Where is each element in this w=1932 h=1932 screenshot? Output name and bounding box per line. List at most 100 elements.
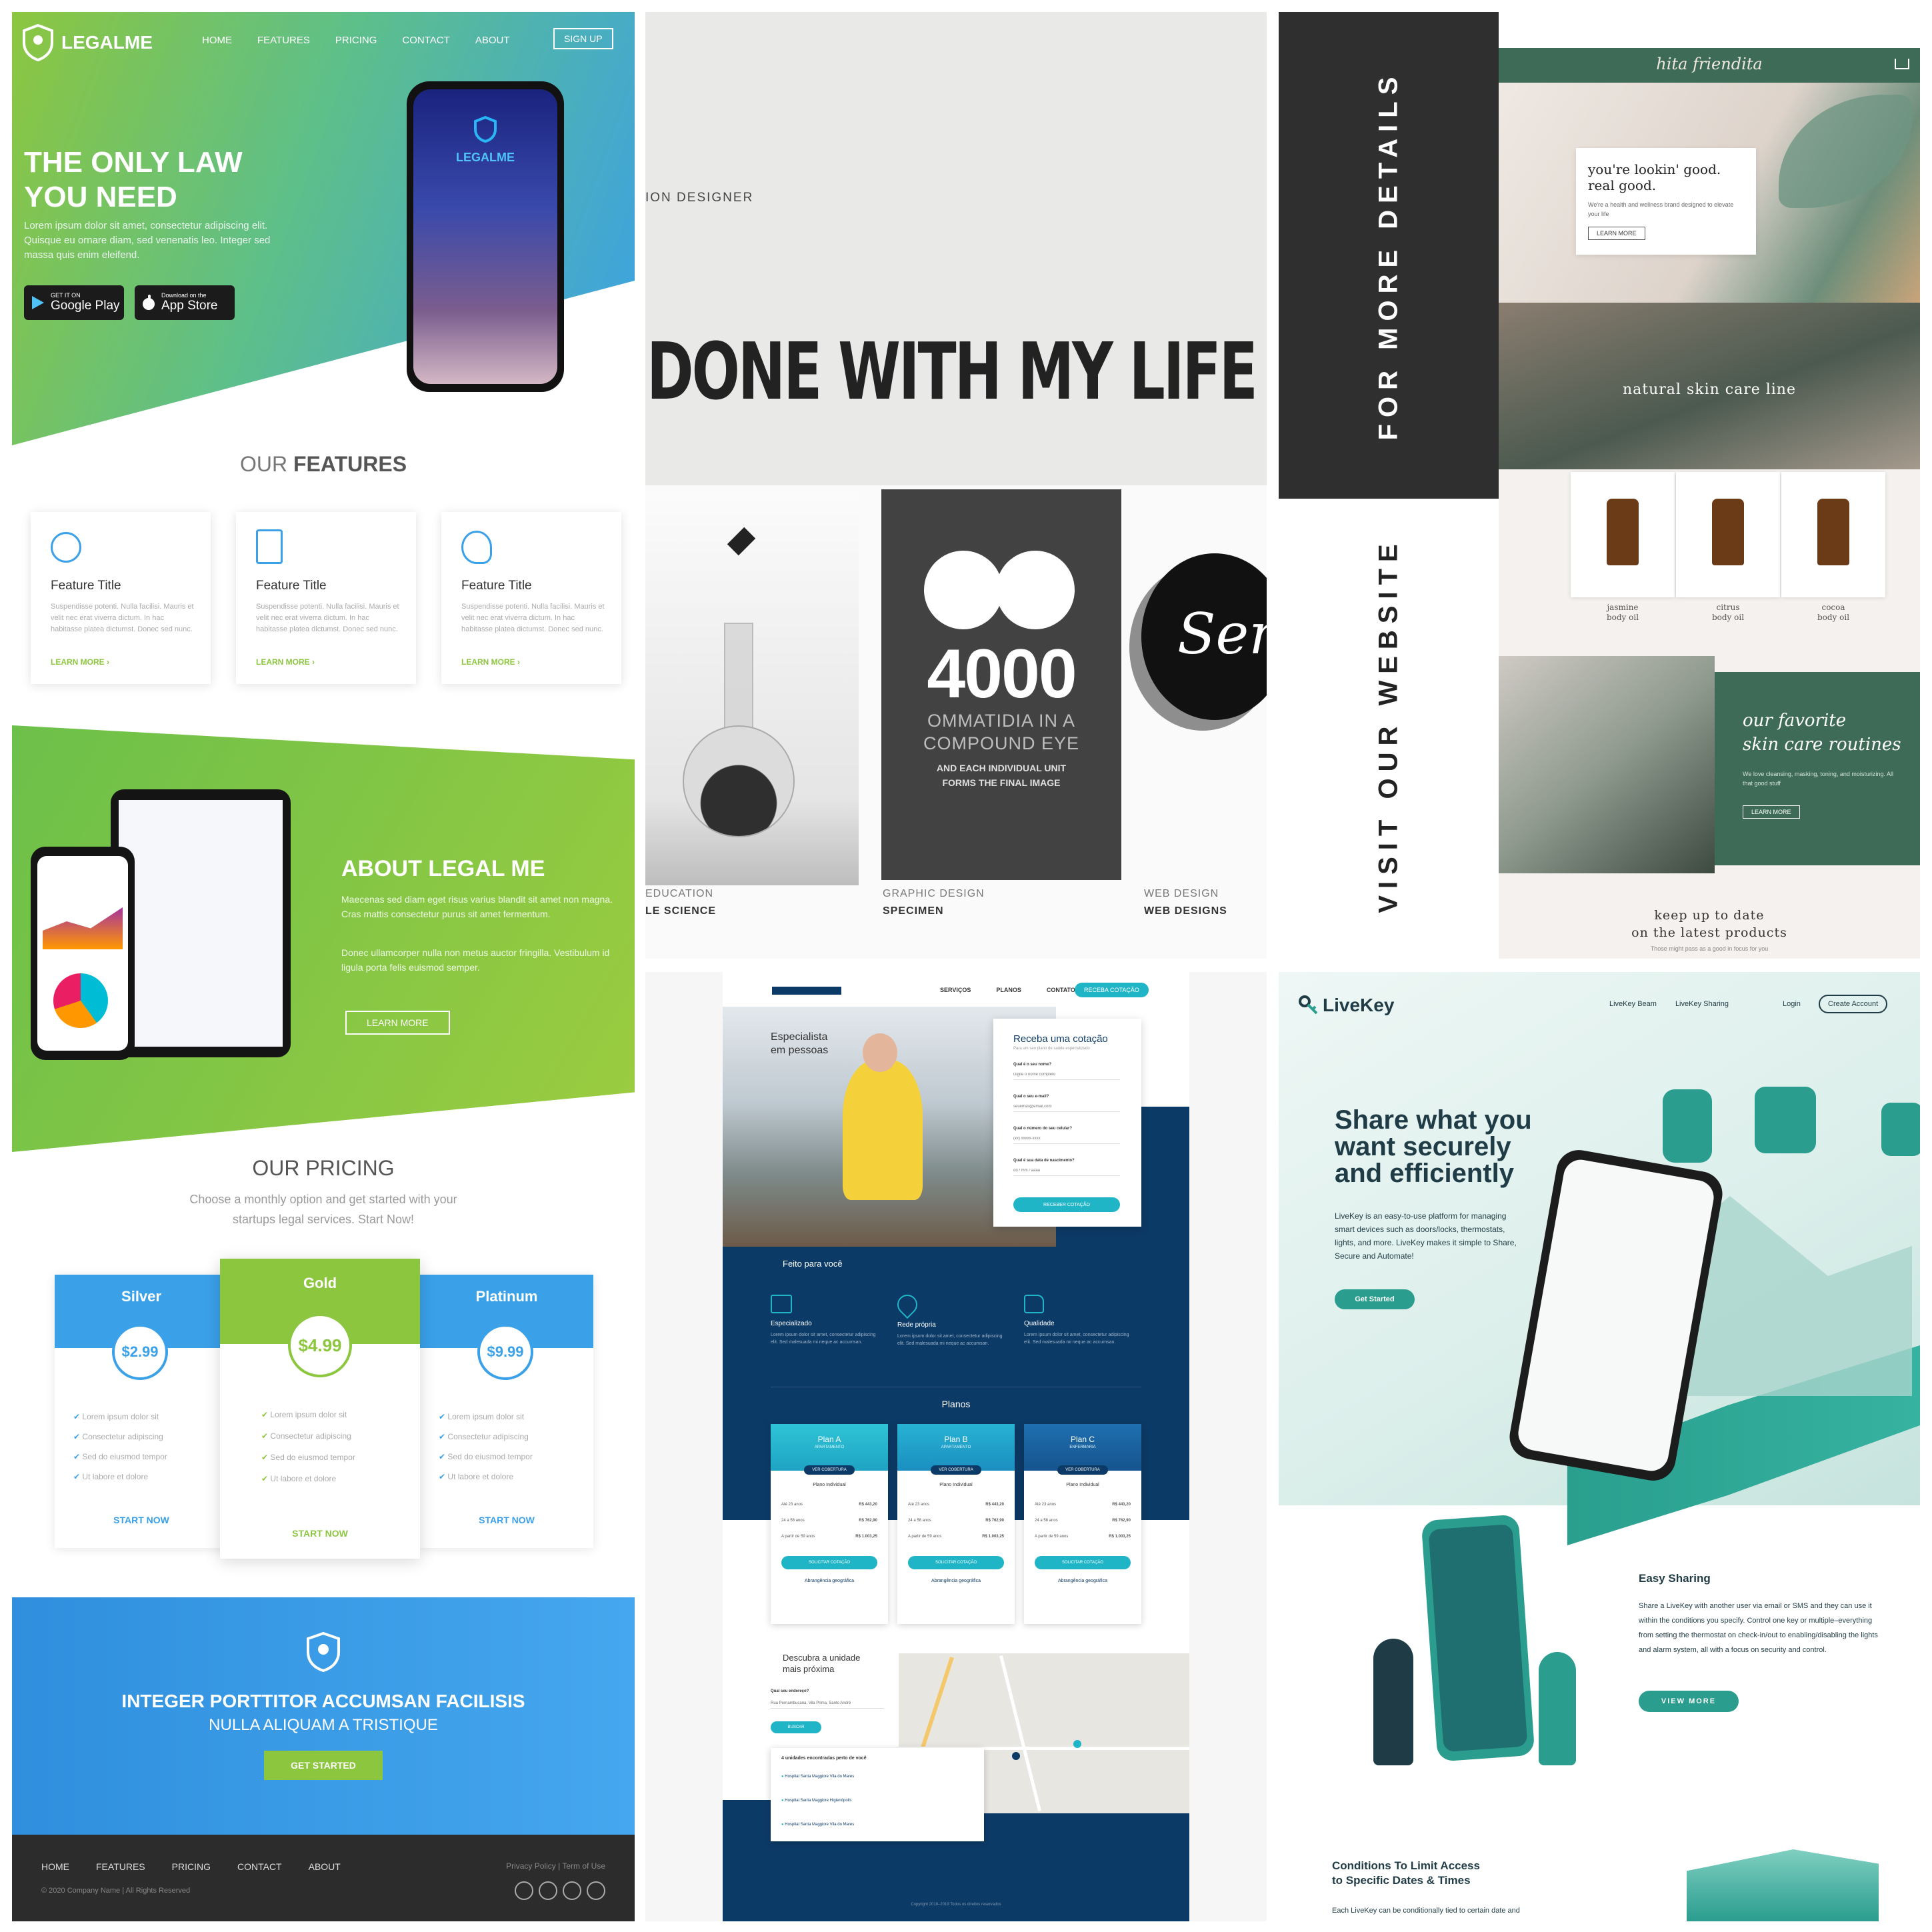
sharing-phone-screen [1428, 1524, 1528, 1752]
map-pin-icon[interactable] [1073, 1740, 1081, 1748]
livekey-get-started-button[interactable]: Get Started [1335, 1289, 1415, 1309]
insurance-logo[interactable] [772, 987, 841, 995]
nav-livekey-sharing[interactable]: LiveKey Sharing [1675, 1000, 1729, 1008]
sharing-text: Share a LiveKey with another user via em… [1639, 1602, 1878, 1654]
plan-row: A partir de 59 anos R$ 1.003,25 [908, 1535, 1004, 1539]
quote-submit-button[interactable]: RECEBER COTAÇÃO [1013, 1197, 1120, 1212]
quote-nav-button[interactable]: RECEBA COTAÇÃO [1075, 983, 1149, 997]
product-card[interactable] [1571, 472, 1675, 597]
caption-1-small: EDUCATION [645, 888, 714, 899]
email-input[interactable] [1013, 1102, 1120, 1112]
feature-title: Feature Title [461, 579, 532, 593]
plan-card-button[interactable]: SOLICITAR COTAÇÃO [1035, 1556, 1131, 1569]
plan-feature: ✔ Lorem ipsum dolor sit [439, 1412, 525, 1421]
map-search-button[interactable]: BUSCAR [771, 1721, 821, 1733]
signup-button[interactable]: SIGN UP [553, 28, 613, 49]
nav-about[interactable]: ABOUT [475, 35, 510, 46]
plan-cta[interactable]: START NOW [55, 1515, 228, 1525]
hero-tagline: Especialista em pessoas [771, 1031, 828, 1057]
view-more-button[interactable]: VIEW MORE [1639, 1691, 1739, 1712]
nav-features[interactable]: FEATURES [257, 35, 310, 46]
designer-headline: DONE WITH MY LIFE SO [647, 325, 1267, 417]
feature-card: Feature Title Suspendisse potenti. Nulla… [31, 512, 211, 684]
product-card[interactable] [1676, 472, 1780, 597]
card-line-1: OMMATIDIA IN A [927, 711, 1076, 731]
map-pin-icon [893, 1290, 922, 1319]
footer-nav-contact[interactable]: CONTACT [237, 1861, 282, 1872]
footer: HOME FEATURES PRICING CONTACT ABOUT © 20… [12, 1835, 635, 1921]
feature-link[interactable]: LEARN MORE › [256, 657, 315, 667]
footer-nav-home[interactable]: HOME [41, 1861, 69, 1872]
plan-card-button[interactable]: SOLICITAR COTAÇÃO [781, 1556, 877, 1569]
plan-card: Plan A APARTAMENTO VER COBERTURA Plano I… [771, 1424, 888, 1624]
footer-nav-about[interactable]: ABOUT [309, 1861, 341, 1872]
plan-card-tag[interactable]: VER COBERTURA [1057, 1465, 1108, 1475]
google-play-button[interactable]: GET IT ON Google Play [24, 285, 124, 320]
hiker-head [863, 1033, 897, 1072]
bottle-icon [1712, 499, 1744, 565]
product-card[interactable] [1781, 472, 1885, 597]
made-for-you: Feito para você [783, 1259, 843, 1269]
conditions-text: Each LiveKey can be conditionally tied t… [1332, 1907, 1520, 1915]
nav-pricing[interactable]: PRICING [335, 35, 377, 46]
livekey-logo[interactable]: LiveKey [1299, 995, 1394, 1016]
nav-planos[interactable]: PLANOS [996, 987, 1021, 993]
main-nav: HOME FEATURES PRICING CONTACT ABOUT [202, 35, 510, 46]
linkedin-icon[interactable] [587, 1881, 605, 1900]
result-item[interactable]: ● Hospital Santa Maggiore Vila do Mares [781, 1775, 854, 1779]
phone-small-mockup [31, 847, 135, 1060]
benefit: Rede própria Lorem ipsum dolor sit amet,… [893, 1290, 1011, 1347]
footer-nav-features[interactable]: FEATURES [96, 1861, 145, 1872]
get-started-button[interactable]: GET STARTED [264, 1751, 383, 1780]
footer-legal-links[interactable]: Privacy Policy | Term of Use [506, 1861, 605, 1871]
plan-row: A partir de 59 anos R$ 1.003,25 [1035, 1535, 1131, 1539]
plan-card-tag[interactable]: VER COBERTURA [804, 1465, 855, 1475]
facebook-icon[interactable] [515, 1881, 533, 1900]
plan-card-badge: ENFERMARIA [1069, 1445, 1096, 1449]
plan-features: ✔ Lorem ipsum dolor sit ✔ Consectetur ad… [439, 1407, 533, 1487]
logo[interactable]: LEGALME [21, 24, 153, 61]
footer-nav-pricing[interactable]: PRICING [172, 1861, 211, 1872]
map-pin-icon[interactable] [1012, 1752, 1020, 1760]
feature-link[interactable]: LEARN MORE › [51, 657, 109, 667]
nav-livekey-beam[interactable]: LiveKey Beam [1609, 1000, 1657, 1008]
plan-feature: ✔ Ut labore et dolore [261, 1474, 337, 1483]
plan-cta[interactable]: START NOW [420, 1515, 593, 1525]
result-item[interactable]: ● Hospital Santa Maggiore Higienópolis [781, 1799, 851, 1803]
feature-text: Suspendisse potenti. Nulla facilisi. Mau… [51, 603, 194, 633]
google-play-label: Google Play [51, 299, 120, 313]
feature-link[interactable]: LEARN MORE › [461, 657, 520, 667]
insurance-panel: SERVIÇOS PLANOS CONTATO RECEBA COTAÇÃO E… [645, 972, 1267, 1921]
nav-servicos[interactable]: SERVIÇOS [940, 987, 971, 993]
hero-card-button[interactable]: LEARN MORE [1588, 227, 1645, 240]
plan-card-tag[interactable]: VER COBERTURA [931, 1465, 981, 1475]
cta-band: INTEGER PORTTITOR ACCUMSAN FACILISIS NUL… [12, 1597, 635, 1835]
plan-feature: ✔ Consectetur adipiscing [73, 1432, 163, 1441]
about-learn-more-button[interactable]: LEARN MORE [345, 1011, 450, 1035]
create-account-button[interactable]: Create Account [1819, 995, 1888, 1013]
phone-input[interactable] [1013, 1134, 1120, 1144]
birthdate-input[interactable] [1013, 1166, 1120, 1176]
plan-row: Até 23 anos R$ 443,20 [1035, 1503, 1131, 1507]
plan-cta[interactable]: START NOW [220, 1528, 420, 1539]
twitter-icon[interactable] [539, 1881, 557, 1900]
routine-button[interactable]: LEARN MORE [1743, 805, 1800, 819]
about-text-2: Donec ullamcorper nulla non metus auctor… [341, 947, 610, 973]
result-item[interactable]: ● Hospital Santa Maggiore Vila do Mares [781, 1823, 854, 1827]
tablet-mockup [111, 789, 291, 1057]
name-input[interactable] [1013, 1070, 1120, 1080]
play-icon [32, 296, 44, 309]
cart-icon[interactable] [1895, 59, 1909, 69]
nav-contact[interactable]: CONTACT [402, 35, 449, 46]
instagram-icon[interactable] [563, 1881, 581, 1900]
login-link[interactable]: Login [1783, 1000, 1801, 1008]
nav-home[interactable]: HOME [202, 35, 232, 46]
card-line-2: COMPOUND EYE [923, 733, 1080, 753]
nav-contato[interactable]: CONTATO [1047, 987, 1075, 993]
pricing-card-silver: Silver $2.99 ✔ Lorem ipsum dolor sit ✔ C… [55, 1275, 228, 1548]
map-address-input[interactable]: Rua Pernambucana, Vila Prima, Santo Andr… [771, 1701, 884, 1709]
app-store-button[interactable]: Download on the App Store [135, 285, 235, 320]
brand-script: hita friendita [1656, 55, 1763, 73]
plan-card-button[interactable]: SOLICITAR COTAÇÃO [908, 1556, 1004, 1569]
form-field: Qual o número do seu celular? [1013, 1127, 1120, 1144]
